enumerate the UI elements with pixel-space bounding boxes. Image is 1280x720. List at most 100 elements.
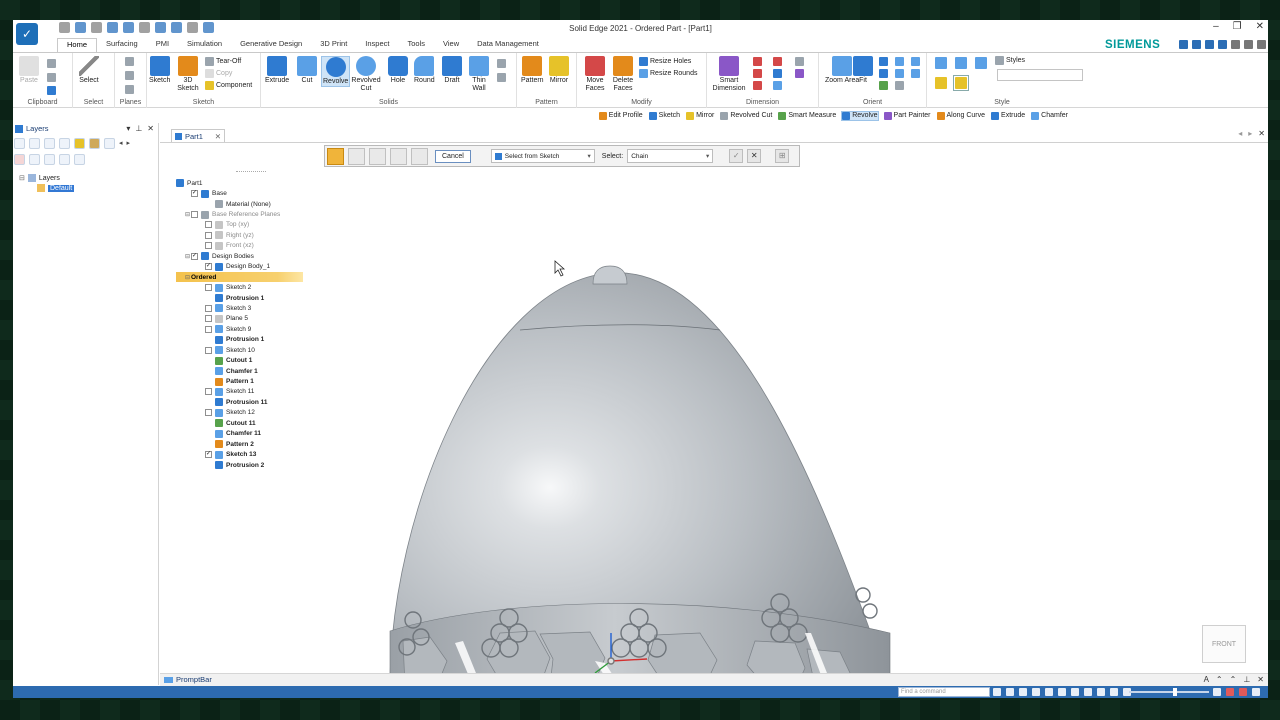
- pathfinder-node[interactable]: Sketch 3: [176, 303, 336, 313]
- hole-button[interactable]: Hole: [388, 56, 408, 85]
- prev-arrow-icon[interactable]: ◂: [119, 139, 123, 147]
- shading-1[interactable]: [935, 57, 947, 69]
- cmd-edit-profile[interactable]: Edit Profile: [598, 111, 643, 120]
- pathfinder-node[interactable]: Pattern 2: [176, 439, 336, 449]
- pathfinder-node[interactable]: Cutout 11: [176, 418, 336, 428]
- pathfinder-node[interactable]: Material (None): [176, 199, 336, 209]
- pathfinder-node[interactable]: Chamfer 1: [176, 366, 336, 376]
- pathfinder-node[interactable]: Sketch 10: [176, 345, 336, 355]
- show-layer-icon[interactable]: [29, 153, 40, 165]
- delete-layer-icon[interactable]: [74, 153, 85, 165]
- visibility-checkbox[interactable]: [205, 231, 212, 239]
- component-button[interactable]: Component: [205, 81, 252, 90]
- doc-restore-icon[interactable]: [1244, 40, 1253, 49]
- style-dropdown[interactable]: [997, 69, 1083, 81]
- pathfinder-node[interactable]: Sketch 12: [176, 408, 336, 418]
- next-arrow-icon[interactable]: ▸: [127, 139, 131, 147]
- pathfinder-node[interactable]: ✓ Base: [176, 188, 336, 198]
- pathfinder-node[interactable]: ⊟ ✓ Design Bodies: [176, 251, 336, 261]
- doc-close-icon[interactable]: [1257, 40, 1266, 49]
- fit-button[interactable]: Fit: [853, 56, 873, 85]
- tab-3d-print[interactable]: 3D Print: [311, 38, 356, 52]
- pathfinder-node[interactable]: Chamfer 11: [176, 429, 336, 439]
- extent-step-icon[interactable]: [390, 147, 407, 165]
- dim-tool-3[interactable]: [753, 81, 762, 90]
- visibility-checkbox[interactable]: [205, 221, 212, 229]
- shading-5[interactable]: [953, 75, 969, 91]
- cmd-chamfer[interactable]: Chamfer: [1031, 111, 1068, 120]
- options-icon[interactable]: [1192, 40, 1201, 49]
- pathfinder-node[interactable]: Top (xy): [176, 220, 336, 230]
- visibility-checkbox[interactable]: [205, 325, 212, 333]
- tab-pmi[interactable]: PMI: [147, 38, 178, 52]
- dim-tool-5[interactable]: [773, 69, 782, 78]
- shading-3[interactable]: [975, 57, 987, 69]
- minimize-icon[interactable]: –: [1213, 21, 1219, 32]
- paste-button[interactable]: Paste: [19, 56, 39, 85]
- shading-2[interactable]: [955, 57, 967, 69]
- dim-tool-7[interactable]: [795, 57, 804, 66]
- grid-tool-icon[interactable]: [44, 137, 55, 149]
- close-icon[interactable]: ✕: [1256, 21, 1264, 32]
- restore-icon[interactable]: ❐: [1233, 21, 1242, 32]
- visibility-checkbox[interactable]: [205, 346, 212, 354]
- dim-tool-4[interactable]: [773, 57, 782, 66]
- tab-home[interactable]: Home: [57, 38, 98, 52]
- hide-layer-icon[interactable]: [44, 153, 55, 165]
- view-tool-2[interactable]: [895, 69, 904, 78]
- plane-button-3[interactable]: [125, 85, 134, 94]
- visibility-checkbox[interactable]: [205, 409, 212, 417]
- pathfinder-node[interactable]: Plane 5: [176, 314, 336, 324]
- dim-tool-2[interactable]: [753, 69, 762, 78]
- tab-simulation[interactable]: Simulation: [178, 38, 231, 52]
- tab-left-icon[interactable]: ◂: [1238, 129, 1242, 138]
- pathfinder-node[interactable]: Sketch 11: [176, 387, 336, 397]
- profile-step-icon[interactable]: [348, 147, 365, 165]
- text-size-icon[interactable]: A: [1204, 675, 1209, 684]
- visibility-checkbox[interactable]: ✓: [205, 263, 212, 271]
- smart-dimension-button[interactable]: Smart Dimension: [711, 56, 747, 93]
- plane-button-1[interactable]: [125, 57, 134, 66]
- cmd-part-painter[interactable]: Part Painter: [883, 111, 931, 120]
- view-tool-4[interactable]: [911, 57, 920, 66]
- dim-tool-8[interactable]: [795, 69, 804, 78]
- pathfinder-node[interactable]: Sketch 2: [176, 282, 336, 292]
- stop-icon[interactable]: [1239, 688, 1247, 696]
- cmd-revolved-cut[interactable]: Revolved Cut: [720, 111, 772, 120]
- visibility-checkbox[interactable]: [191, 211, 198, 219]
- layers-root[interactable]: ⊟ Layers: [19, 173, 158, 183]
- tear-off-button[interactable]: Tear-Off: [205, 57, 241, 66]
- revolve-button[interactable]: Revolve: [321, 56, 351, 87]
- pathfinder-node[interactable]: Front (xz): [176, 241, 336, 251]
- copy-small-button[interactable]: [47, 73, 56, 82]
- zoom-in-icon[interactable]: [1213, 688, 1221, 696]
- style-icon[interactable]: [1058, 688, 1066, 696]
- plane-button-2[interactable]: [125, 71, 134, 80]
- select-button[interactable]: Select: [79, 56, 99, 85]
- sketch-button[interactable]: Sketch: [149, 56, 170, 85]
- scroll-up-icon[interactable]: ⌃: [1216, 675, 1223, 684]
- options-button[interactable]: ⊞: [775, 149, 790, 163]
- thin-wall-button[interactable]: Thin Wall: [468, 56, 490, 93]
- move-faces-button[interactable]: Move Faces: [583, 56, 607, 93]
- styles-button[interactable]: Styles: [995, 56, 1025, 65]
- solids-more-1[interactable]: [497, 59, 506, 68]
- doc-minimize-icon[interactable]: [1231, 40, 1240, 49]
- expand-icon[interactable]: ⊟: [184, 211, 191, 218]
- pathfinder-grip[interactable]: [236, 171, 266, 174]
- pathfinder-node[interactable]: Protrusion 1: [176, 335, 336, 345]
- treatment-step-icon[interactable]: [411, 147, 428, 165]
- draft-button[interactable]: Draft: [442, 56, 462, 85]
- pin-icon[interactable]: ⊥: [135, 124, 142, 133]
- cmd-sketch[interactable]: Sketch: [648, 111, 680, 120]
- layer-tool-icon[interactable]: [14, 137, 25, 149]
- tab-right-icon[interactable]: ▸: [1248, 129, 1252, 138]
- copy-button[interactable]: Copy: [205, 69, 232, 78]
- graphics-window[interactable]: [335, 163, 1265, 687]
- select-mode-dropdown[interactable]: Chain ▾: [627, 149, 714, 163]
- tab-surfacing[interactable]: Surfacing: [97, 38, 147, 52]
- collapse-icon[interactable]: ⌃: [1230, 675, 1237, 684]
- view-tool-1[interactable]: [895, 57, 904, 66]
- fit-icon[interactable]: [1032, 688, 1040, 696]
- cmd-along-curve[interactable]: Along Curve: [936, 111, 985, 120]
